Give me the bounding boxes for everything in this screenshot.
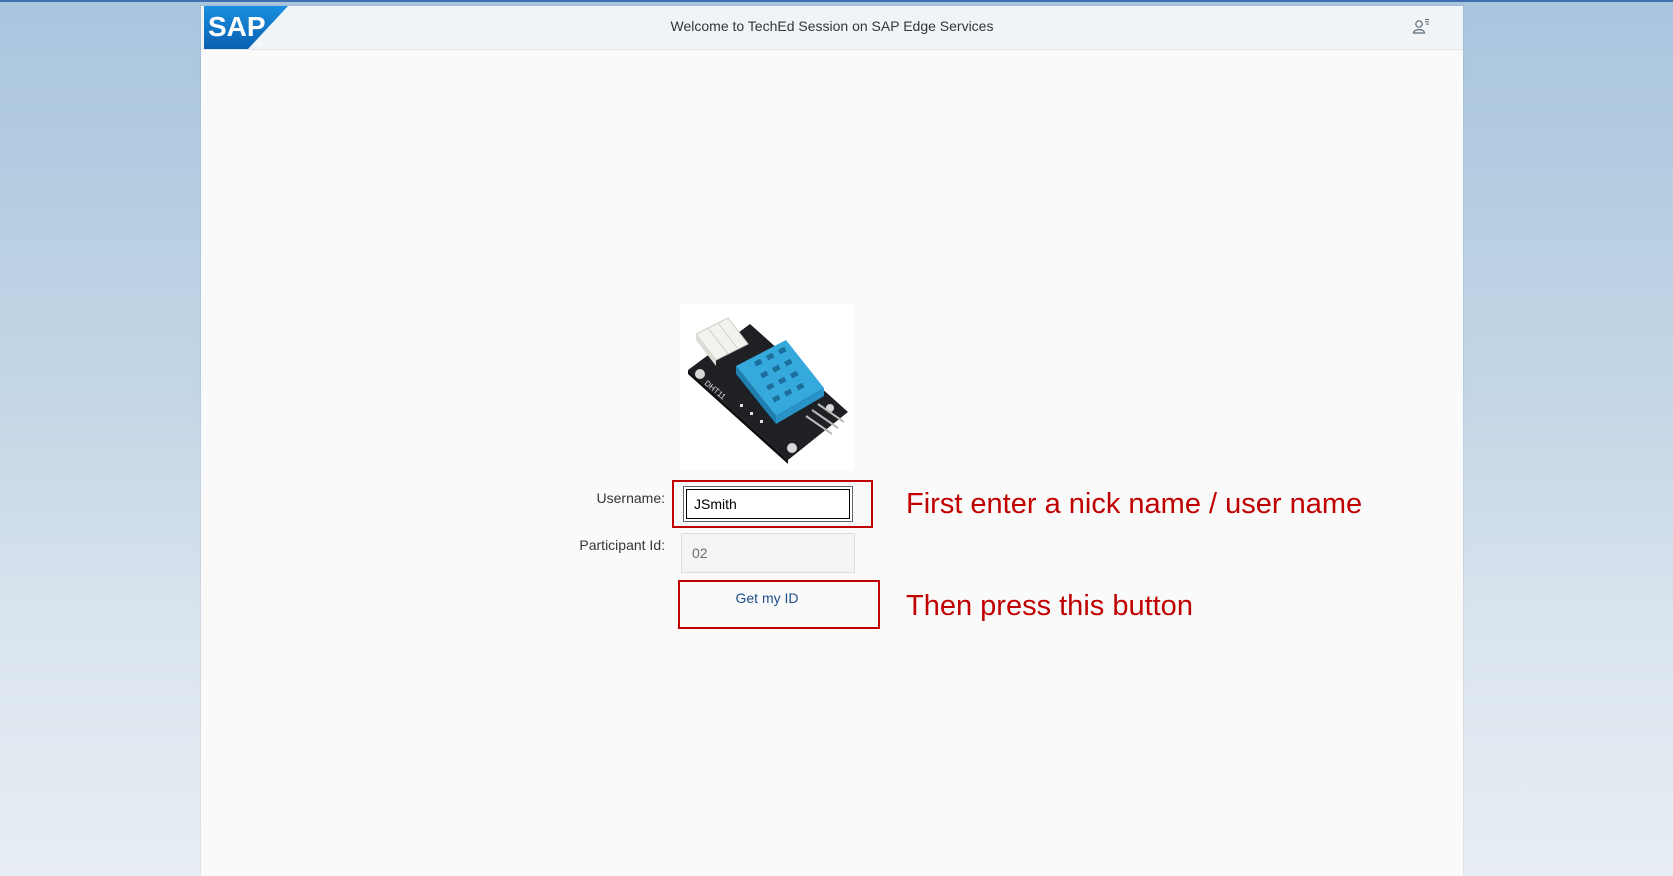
svg-text:®: ® [258, 40, 264, 48]
participant-id-field[interactable] [681, 533, 855, 573]
page-title: Welcome to TechEd Session on SAP Edge Se… [670, 18, 994, 34]
sensor-image: DHT11 [680, 304, 854, 470]
username-label: Username: [596, 490, 665, 506]
window-top-accent [0, 0, 1673, 2]
participant-id-label: Participant Id: [579, 537, 665, 553]
user-settings-icon[interactable] [1411, 16, 1431, 36]
annotation-box-button [678, 580, 880, 629]
main-content: DHT11 Username: First enter a nick name … [201, 50, 1463, 876]
annotation-box-username [672, 480, 873, 528]
shell-header: SAP ® Welcome to TechEd Session on SAP E… [201, 6, 1463, 50]
annotation-step1: First enter a nick name / user name [906, 488, 1363, 520]
app-shell: SAP ® Welcome to TechEd Session on SAP E… [201, 6, 1463, 876]
annotation-step2: Then press this button [906, 590, 1193, 622]
